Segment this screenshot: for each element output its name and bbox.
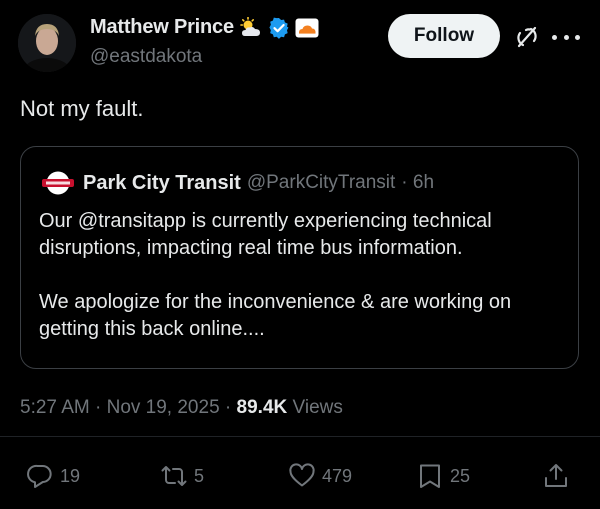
- quoted-tweet-time[interactable]: · 6h: [401, 172, 434, 194]
- repost-count: 5: [194, 465, 205, 486]
- grok-icon[interactable]: [514, 24, 540, 50]
- repost-button[interactable]: 5: [160, 462, 204, 490]
- quoted-paragraph: Our @transitapp is currently experiencin…: [39, 210, 492, 259]
- follow-button[interactable]: Follow: [388, 14, 500, 58]
- divider: [0, 436, 600, 437]
- meta-separator: ·: [95, 397, 102, 418]
- action-bar: 19 5 479 25: [0, 462, 600, 502]
- quoted-tweet-text: Our @transitapp is currently experiencin…: [39, 208, 569, 343]
- bookmark-icon: [420, 464, 440, 488]
- tweet-date[interactable]: Nov 19, 2025: [107, 397, 220, 418]
- quoted-tweet[interactable]: Park City Transit @ParkCityTransit · 6h …: [20, 146, 579, 369]
- quoted-tweet-header: Park City Transit @ParkCityTransit · 6h: [39, 171, 434, 195]
- reply-icon: [27, 464, 52, 488]
- park-city-transit-logo-icon: [39, 171, 77, 195]
- quoted-paragraph: We apologize for the inconvenience & are…: [39, 291, 512, 340]
- bookmark-count: 25: [450, 465, 471, 486]
- reply-count: 19: [60, 465, 81, 486]
- like-button[interactable]: 479: [288, 462, 352, 490]
- quoted-author-handle[interactable]: @ParkCityTransit: [247, 172, 395, 194]
- share-button[interactable]: [542, 462, 570, 490]
- tweet-text: Not my fault.: [20, 96, 144, 121]
- quoted-author-name[interactable]: Park City Transit: [83, 172, 241, 195]
- repost-icon: [161, 466, 187, 486]
- share-icon: [545, 464, 567, 487]
- avatar[interactable]: [18, 14, 76, 72]
- bookmark-button[interactable]: 25: [416, 462, 470, 490]
- meta-separator: ·: [224, 397, 232, 418]
- views-label: Views: [292, 397, 343, 418]
- sun-behind-cloud-icon: [239, 16, 263, 39]
- author-handle[interactable]: @eastdakota: [90, 46, 202, 68]
- verified-icon[interactable]: [268, 17, 290, 39]
- views-count: 89.4K: [236, 397, 288, 418]
- author-name-row: Matthew Prince: [90, 16, 319, 39]
- author-name[interactable]: Matthew Prince: [90, 16, 234, 39]
- more-options-icon[interactable]: [552, 24, 580, 50]
- tweet-meta: 5:27 AM · Nov 19, 2025 · 89.4K Views: [20, 397, 343, 419]
- cloudflare-logo-icon[interactable]: [295, 18, 319, 38]
- tweet-header: Matthew Prince @eastdakota Follow: [0, 0, 600, 80]
- reply-button[interactable]: 19: [26, 462, 80, 490]
- like-count: 479: [322, 465, 353, 486]
- heart-icon: [289, 463, 315, 487]
- tweet-time[interactable]: 5:27 AM: [20, 397, 90, 418]
